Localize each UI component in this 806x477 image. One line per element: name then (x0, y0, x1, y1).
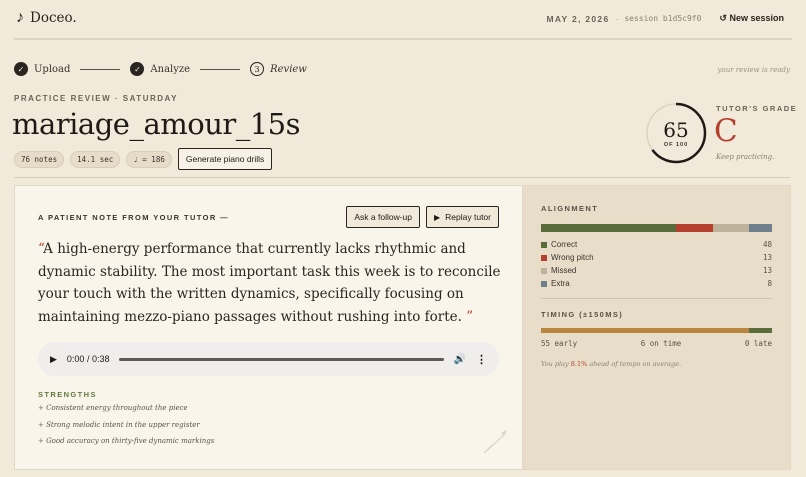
alignment-label: ALIGNMENT (541, 204, 599, 213)
legend-row-wrong-pitch: Wrong pitch 13 (541, 251, 772, 264)
bar-segment-correct (541, 224, 677, 232)
step-connector (80, 68, 121, 70)
tutor-note-eyebrow: A PATIENT NOTE FROM YOUR TUTOR — (38, 213, 230, 222)
timing-labels: 55 early 6 on time 0 late (541, 339, 772, 348)
legend-name: Extra (551, 279, 570, 288)
tempo-note-suffix: ahead of tempo on average. (587, 360, 682, 368)
alignment-bar (541, 224, 772, 232)
strengths-label: STRENGTHS (38, 390, 97, 399)
tempo-value: 8.1% (570, 360, 588, 368)
grade-label: TUTOR'S GRADE (716, 104, 798, 113)
music-note-icon: ♪ (16, 9, 24, 26)
ready-note: your review is ready (717, 66, 790, 74)
strength-item: Strong melodic intent in the upper regis… (38, 421, 214, 429)
legend-value: 48 (762, 240, 772, 249)
legend-row-correct: Correct 48 (541, 238, 772, 251)
replay-tutor-label: Replay tutor (445, 212, 491, 222)
stat-chips: 76 notes 14.1 sec ♩ = 186 Generate piano… (14, 148, 273, 170)
grade-of-label: OF 100 (663, 142, 689, 148)
section-divider (14, 177, 790, 178)
legend-row-extra: Extra 8 (541, 277, 772, 290)
stats-divider (541, 298, 772, 299)
progress-stepper: ✓ Upload ✓ Analyze 3 Review (14, 62, 307, 76)
timing-early: 55 early (541, 339, 578, 348)
header-separator: · (615, 13, 619, 24)
logo[interactable]: ♪ Doceo. (16, 9, 77, 27)
legend-name: Correct (551, 240, 578, 249)
stats-panel: ALIGNMENT Correct 48 Wrong pitch 13 Miss… (541, 186, 791, 469)
session-id: session b1d5c9f0 (624, 14, 702, 23)
close-quote-mark: ” (466, 308, 474, 325)
timing-label: TIMING (±150MS) (541, 310, 624, 319)
audio-time: 0:00 / 0:38 (66, 354, 110, 364)
chip-duration: 14.1 sec (70, 150, 121, 168)
legend-name: Wrong pitch (551, 253, 594, 262)
legend-value: 13 (762, 253, 772, 262)
grade-note: Keep practicing. (716, 153, 775, 161)
legend-swatch (541, 267, 547, 274)
review-card: A PATIENT NOTE FROM YOUR TUTOR — Ask a f… (14, 185, 791, 470)
new-session-button[interactable]: ↺ New session (719, 13, 784, 24)
legend-swatch (541, 280, 547, 287)
timing-late: 0 late (744, 339, 772, 348)
chip-tempo: ♩ = 186 (126, 150, 172, 168)
step-review[interactable]: Review (270, 64, 307, 75)
legend-value: 13 (762, 266, 772, 275)
audio-seek-bar[interactable] (119, 357, 444, 361)
timing-on-time: 6 on time (640, 339, 682, 348)
step-upload-check-icon: ✓ (14, 62, 28, 76)
step-analyze-check-icon: ✓ (130, 62, 145, 76)
strengths-list: Consistent energy throughout the piece S… (38, 404, 214, 454)
strength-item: Consistent energy throughout the piece (38, 404, 214, 412)
legend-row-missed: Missed 13 (541, 264, 772, 277)
tutor-note-panel: A PATIENT NOTE FROM YOUR TUTOR — Ask a f… (15, 186, 523, 469)
app-name: Doceo. (30, 10, 77, 26)
play-icon: ▶ (434, 212, 441, 222)
audio-play-icon[interactable]: ▶ (50, 354, 57, 365)
step-analyze[interactable]: Analyze (150, 64, 190, 75)
timing-bar (541, 328, 772, 333)
ask-follow-up-button[interactable]: Ask a follow-up (346, 206, 420, 228)
legend-swatch (541, 254, 547, 261)
quill-icon (483, 429, 508, 454)
legend-name: Missed (551, 266, 577, 275)
review-eyebrow: PRACTICE REVIEW · SATURDAY (14, 94, 178, 103)
app-header: ♪ Doceo. MAY 2, 2026 · session b1d5c9f0 … (14, 0, 792, 40)
grade-score: 65 (663, 118, 689, 142)
session-date: MAY 2, 2026 (546, 13, 610, 24)
generate-drills-button[interactable]: Generate piano drills (177, 148, 273, 170)
strength-item: Good accuracy on thirty-five dynamic mar… (38, 437, 214, 445)
replay-tutor-button[interactable]: ▶ Replay tutor (426, 206, 499, 228)
bar-segment-early (541, 328, 750, 333)
bar-segment-wrong-pitch (676, 224, 713, 232)
tutor-quote-text: A high-energy performance that currently… (38, 241, 501, 325)
header-meta: MAY 2, 2026 · session b1d5c9f0 ↺ New ses… (547, 13, 784, 24)
step-connector (200, 68, 241, 70)
more-options-icon[interactable]: ⋮ (476, 353, 487, 366)
tutor-quote: “A high-energy performance that currentl… (38, 238, 506, 328)
chip-note-count: 76 notes (14, 150, 65, 168)
audio-player: ▶ 0:00 / 0:38 🔊 ⋮ (38, 342, 499, 376)
refresh-icon: ↺ (719, 13, 727, 23)
bar-segment-missed (712, 224, 750, 232)
alignment-legend: Correct 48 Wrong pitch 13 Missed 13 Extr… (541, 238, 772, 290)
step-upload[interactable]: Upload (34, 64, 70, 75)
note-actions: Ask a follow-up ▶ Replay tutor (346, 206, 499, 228)
legend-swatch (541, 241, 547, 248)
grade-letter: C (714, 113, 738, 149)
tempo-note-prefix: You play (541, 360, 571, 368)
page-title: mariage_amour_15s (12, 107, 301, 141)
bar-segment-on-time (749, 328, 772, 333)
legend-value: 8 (767, 279, 772, 288)
volume-icon[interactable]: 🔊 (454, 354, 466, 365)
new-session-label: New session (729, 13, 784, 23)
tempo-note: You play 8.1% ahead of tempo on average. (541, 360, 681, 368)
step-review-number: 3 (250, 62, 265, 76)
bar-segment-extra (749, 224, 772, 232)
